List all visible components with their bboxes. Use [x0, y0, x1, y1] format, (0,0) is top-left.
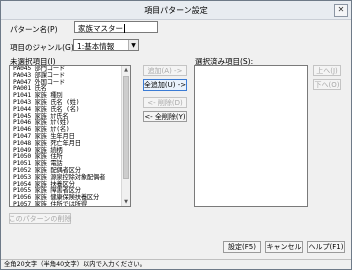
remove-all-button[interactable]: <- 全削除(Y) — [143, 111, 187, 122]
unselected-items-container: PA045 部門コード PA043 部課コード PA047 外国コード PA001 氏… — [10, 66, 130, 206]
scroll-thumb[interactable] — [123, 76, 129, 179]
title-bar: 項目パターン設定 ✕ — [1, 1, 351, 20]
delete-pattern-button[interactable]: このパターンの削除 — [9, 213, 71, 224]
settings-button[interactable]: 設定(F5) — [223, 241, 261, 253]
genre-selected-value: 1:基本情報 — [77, 42, 115, 51]
move-up-button[interactable]: 上へ(J) — [313, 65, 341, 76]
selected-items-list[interactable] — [194, 65, 308, 207]
cancel-button[interactable]: キャンセル — [265, 241, 303, 253]
add-button[interactable]: 追加(A) -> — [143, 65, 187, 76]
move-down-button[interactable]: 下へ(O) — [313, 79, 341, 90]
scroll-up-arrow-icon[interactable]: ▲ — [122, 66, 130, 74]
list-item[interactable]: P1057 家族 住所では所得 — [10, 201, 130, 206]
help-button[interactable]: ヘルプ(F1) — [307, 241, 345, 253]
scroll-down-arrow-icon[interactable]: ▼ — [122, 198, 130, 206]
remove-button[interactable]: <- 削除(D) — [143, 97, 187, 108]
pattern-name-input[interactable]: 家族マスター — [74, 21, 158, 33]
dialog-window: 項目パターン設定 ✕ パターン名(P) 家族マスター 項目のジャンル(G) 1:… — [0, 0, 352, 270]
chevron-down-icon[interactable]: ▼ — [128, 40, 138, 50]
genre-select[interactable]: 1:基本情報 ▼ — [73, 39, 139, 51]
genre-label: 項目のジャンル(G) — [10, 43, 74, 52]
close-button[interactable]: ✕ — [334, 4, 348, 17]
text-caret — [124, 24, 125, 33]
window-title: 項目パターン設定 — [144, 5, 208, 15]
pattern-name-value: 家族マスター — [78, 24, 123, 33]
unselected-items-list[interactable]: PA045 部門コード PA043 部課コード PA047 外国コード PA001 氏… — [9, 65, 131, 207]
unselected-list-scrollbar[interactable]: ▲ ▼ — [121, 66, 130, 206]
pattern-name-label: パターン名(P) — [10, 25, 58, 34]
status-bar: 全角20文字（半角40文字）以内で入力ください。 — [1, 259, 351, 269]
add-all-button[interactable]: 全追加(U) -> — [143, 79, 187, 91]
